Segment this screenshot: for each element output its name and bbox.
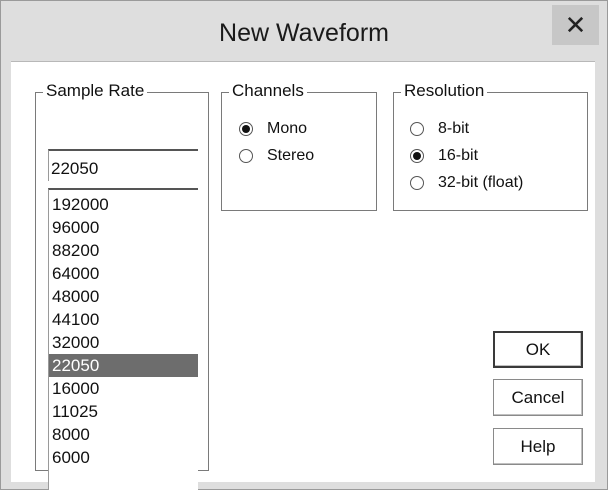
- radio-mono[interactable]: Mono: [239, 120, 307, 138]
- sample-rate-option[interactable]: 11025: [49, 400, 198, 423]
- sample-rate-option[interactable]: 96000: [49, 216, 198, 239]
- sample-rate-group: Sample Rate 22050 192000 96000 88200 64000 4…: [35, 81, 209, 490]
- sample-rate-option[interactable]: 64000: [49, 262, 198, 285]
- dialog-content: Sample Rate 22050 192000 96000 88200 64000 4…: [11, 61, 595, 490]
- radio-label-16bit: 16-bit: [438, 147, 479, 164]
- help-button[interactable]: Help: [493, 428, 583, 465]
- sample-rate-option[interactable]: 32000: [49, 331, 198, 354]
- radio-button-8bit[interactable]: [410, 122, 424, 136]
- radio-button-stereo[interactable]: [239, 149, 253, 163]
- sample-rate-input[interactable]: 22050: [48, 149, 198, 181]
- radio-stereo[interactable]: Stereo: [239, 147, 314, 165]
- sample-rate-legend: Sample Rate: [43, 81, 148, 101]
- cancel-button[interactable]: Cancel: [493, 379, 583, 416]
- sample-rate-option[interactable]: 16000: [49, 377, 198, 400]
- channels-group: Channels Mono Stereo: [221, 81, 377, 211]
- channels-legend: Channels: [229, 81, 307, 101]
- radio-button-16bit[interactable]: [410, 149, 424, 163]
- radio-8bit[interactable]: 8-bit: [410, 120, 469, 138]
- resolution-legend: Resolution: [401, 81, 488, 101]
- sample-rate-option[interactable]: 192000: [49, 193, 198, 216]
- title-bar[interactable]: New Waveform ✕: [1, 1, 607, 59]
- ok-button[interactable]: OK: [493, 331, 583, 368]
- dialog-title: New Waveform: [219, 19, 389, 47]
- sample-rate-option[interactable]: 6000: [49, 446, 198, 469]
- resolution-group: Resolution 8-bit 16-bit 32-bit (float): [393, 81, 588, 211]
- radio-label-stereo: Stereo: [267, 147, 315, 164]
- close-button[interactable]: ✕: [552, 5, 599, 45]
- new-waveform-dialog: New Waveform ✕ Sample Rate 22050 192000 9…: [0, 0, 608, 490]
- radio-label-8bit: 8-bit: [438, 120, 470, 137]
- radio-button-32bit[interactable]: [410, 176, 424, 190]
- sample-rate-option[interactable]: 22050: [49, 354, 198, 377]
- radio-button-mono[interactable]: [239, 122, 253, 136]
- close-icon: ✕: [564, 9, 587, 40]
- sample-rate-list[interactable]: 192000 96000 88200 64000 48000 44100 32000 2205…: [48, 188, 198, 490]
- radio-16bit[interactable]: 16-bit: [410, 147, 478, 165]
- sample-rate-option[interactable]: 88200: [49, 239, 198, 262]
- sample-rate-option[interactable]: 48000: [49, 285, 198, 308]
- radio-label-32bit: 32-bit (float): [438, 174, 524, 191]
- sample-rate-option[interactable]: 44100: [49, 308, 198, 331]
- sample-rate-option[interactable]: 8000: [49, 423, 198, 446]
- radio-32bit[interactable]: 32-bit (float): [410, 174, 523, 192]
- radio-label-mono: Mono: [267, 120, 308, 137]
